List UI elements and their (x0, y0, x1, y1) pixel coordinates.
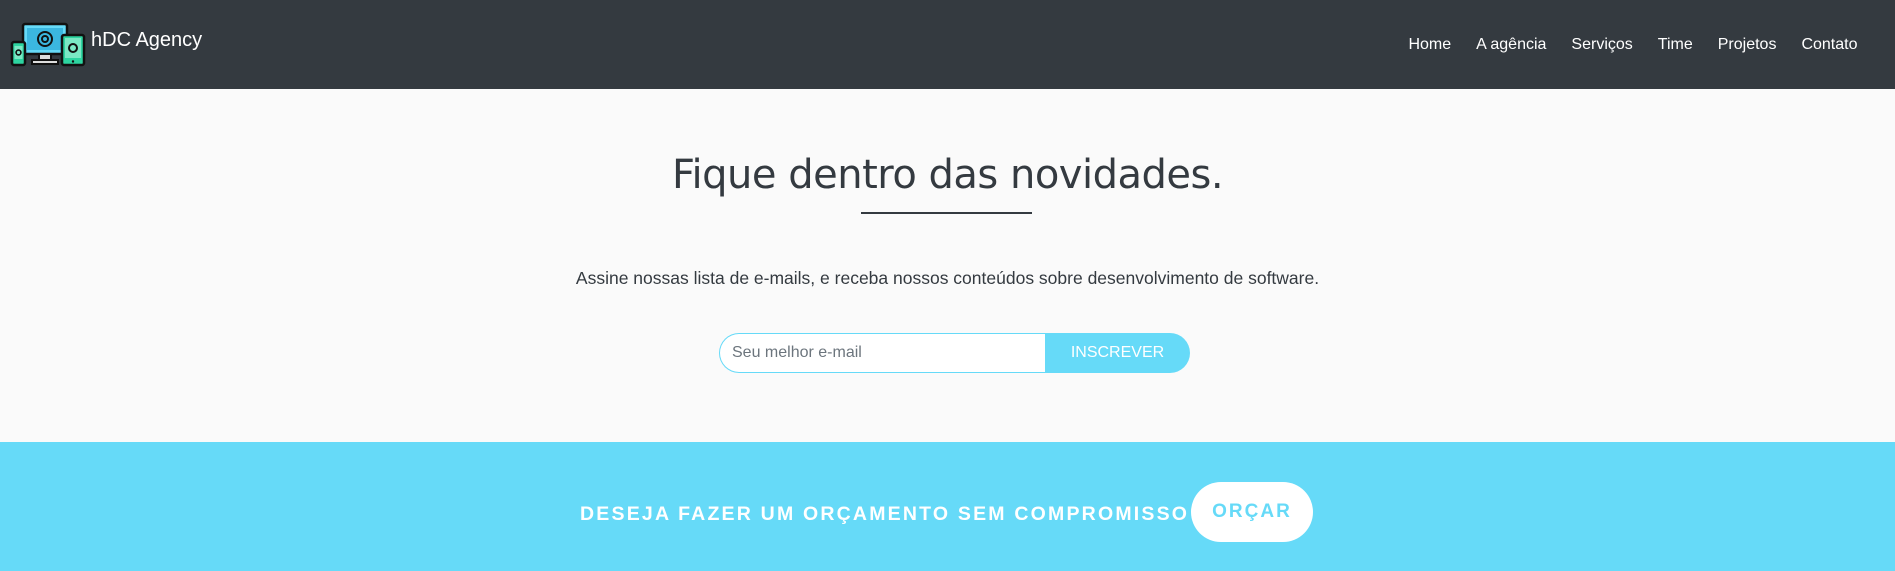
subscribe-form: INSCREVER (719, 333, 1190, 373)
nav-link-home[interactable]: Home (1396, 36, 1464, 54)
nav-link-agencia[interactable]: A agência (1464, 36, 1559, 54)
newsletter-title: Fique dentro das novidades. (671, 152, 1224, 198)
newsletter-section: Fique dentro das novidades. Assine nossa… (0, 89, 1895, 442)
newsletter-description: Assine nossas lista de e-mails, e receba… (575, 268, 1320, 288)
devices-logo-icon (10, 22, 86, 66)
quote-button[interactable]: ORÇAR (1191, 482, 1313, 542)
brand-link[interactable]: hDC Agency (10, 22, 202, 68)
brand-name: hDC Agency (91, 29, 203, 51)
nav-menu: Home A agência Serviços Time Projetos Co… (1396, 36, 1870, 54)
cta-text: DESEJA FAZER UM ORÇAMENTO SEM COMPROMISS… (580, 503, 1190, 525)
title-divider (861, 212, 1032, 214)
nav-link-projetos[interactable]: Projetos (1705, 36, 1789, 54)
quote-cta-section: DESEJA FAZER UM ORÇAMENTO SEM COMPROMISS… (0, 442, 1895, 571)
nav-link-contato[interactable]: Contato (1789, 36, 1870, 54)
navbar: hDC Agency Home A agência Serviços Time … (0, 0, 1895, 89)
nav-link-servicos[interactable]: Serviços (1559, 36, 1645, 54)
subscribe-button[interactable]: INSCREVER (1045, 333, 1190, 373)
email-input[interactable] (719, 333, 1050, 373)
nav-link-time[interactable]: Time (1645, 36, 1705, 54)
